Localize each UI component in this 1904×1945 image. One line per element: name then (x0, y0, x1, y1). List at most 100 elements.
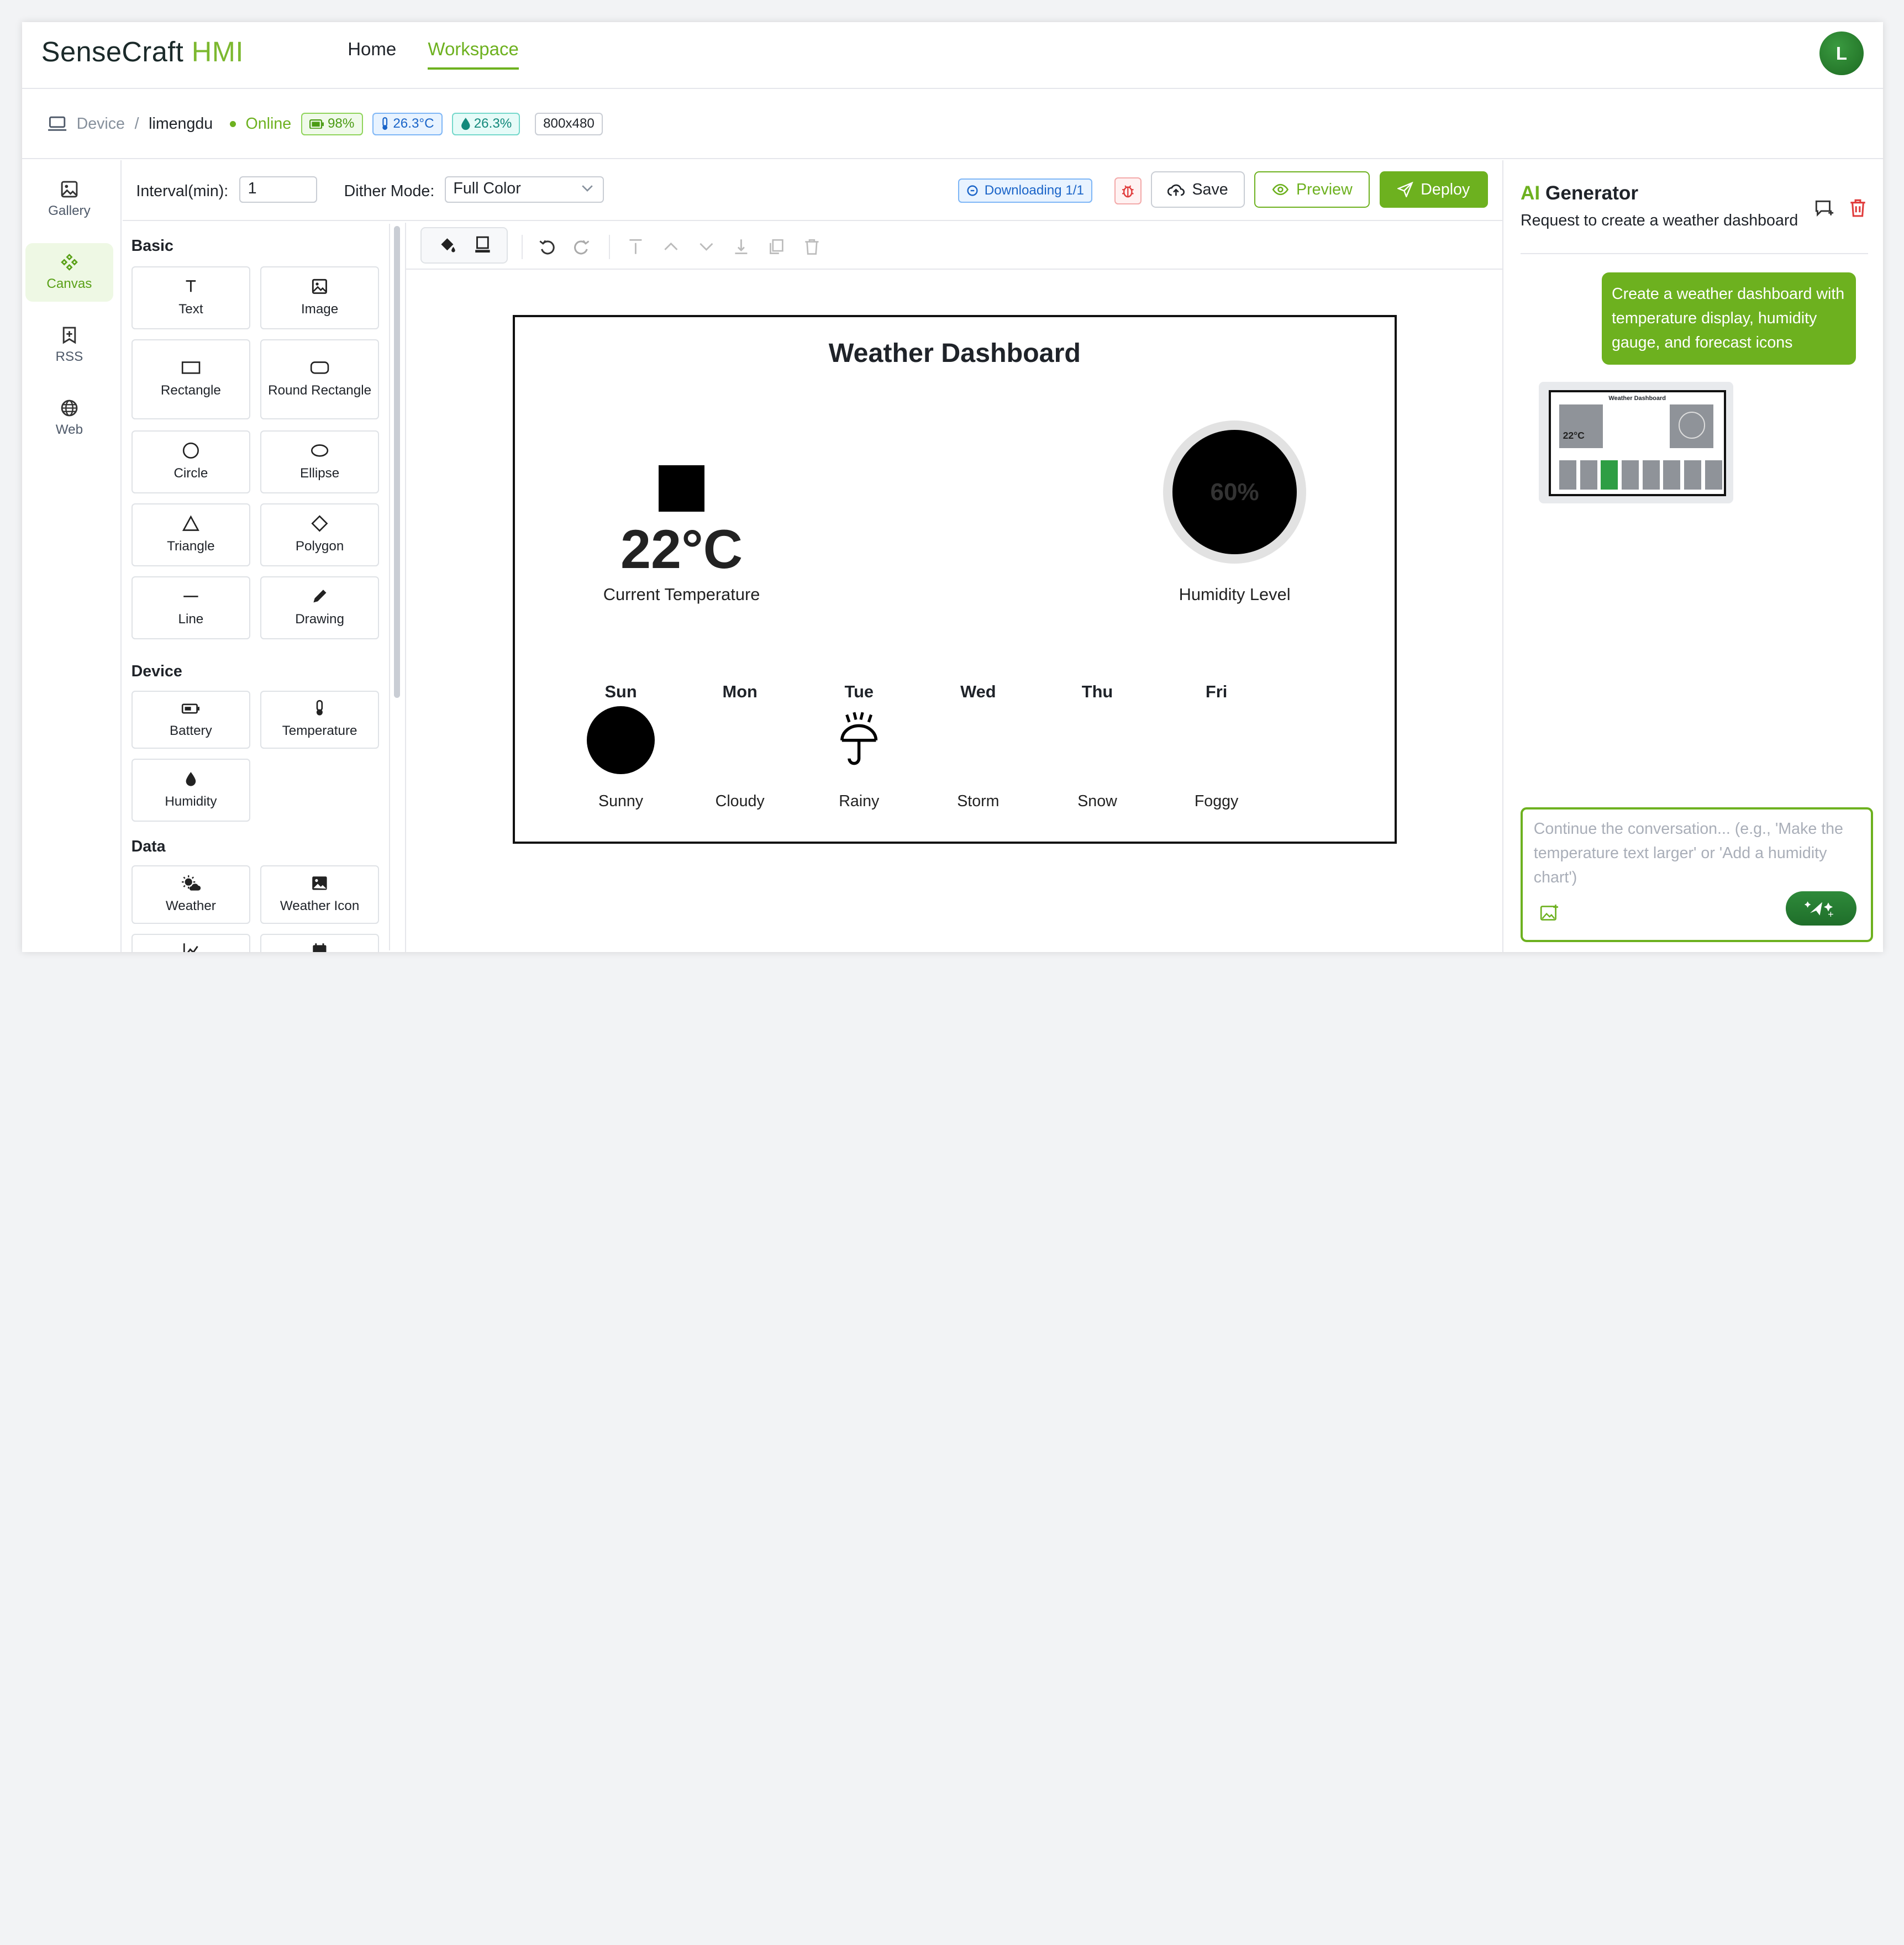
chat-input-box (1520, 807, 1873, 942)
component-round-rectangle[interactable]: Round Rectangle (260, 339, 380, 419)
section-basic-title: Basic (131, 236, 173, 255)
trash-icon[interactable] (1849, 198, 1867, 218)
component-line[interactable]: Line (131, 576, 251, 640)
add-image-icon[interactable] (1540, 904, 1559, 922)
copy-icon[interactable] (768, 238, 785, 255)
upload-cloud-icon (1167, 184, 1185, 196)
sunny-icon-circle[interactable] (586, 706, 655, 774)
undo-icon[interactable] (538, 238, 555, 255)
logo[interactable]: SenseCraft HMI (41, 35, 244, 68)
component-image[interactable]: Image (260, 266, 380, 330)
component-humidity[interactable]: Humidity (131, 758, 251, 822)
canvas-title[interactable]: Weather Dashboard (515, 338, 1394, 369)
send-button[interactable] (1786, 891, 1856, 926)
forecast-condition[interactable]: Sunny (572, 792, 670, 811)
breadcrumb-device[interactable]: Device (77, 115, 125, 133)
forecast-day[interactable]: Wed (929, 682, 1027, 702)
status-badge: Online (245, 114, 292, 133)
temperature-icon-square[interactable] (658, 465, 705, 512)
humidity-gauge[interactable]: 60% (1163, 420, 1307, 564)
temperature-label[interactable]: Current Temperature (556, 585, 807, 604)
image-icon (61, 181, 78, 198)
component-panel: Basic Text Image Rectangle Round Rectang… (123, 223, 385, 952)
component-circle[interactable]: Circle (131, 430, 251, 494)
battery-value: 98% (327, 116, 355, 132)
component-weather-icon[interactable]: Weather Icon (260, 865, 380, 924)
forecast-condition[interactable]: Snow (1049, 792, 1146, 811)
left-sidebar: Gallery Canvas RSS Web (22, 160, 122, 952)
deploy-button[interactable]: Deploy (1379, 171, 1488, 208)
preview-button[interactable]: Preview (1254, 171, 1370, 208)
forecast-day[interactable]: Mon (691, 682, 788, 702)
sidebar-item-web[interactable]: Web (25, 389, 113, 448)
save-label: Save (1192, 180, 1228, 198)
component-text[interactable]: Text (131, 266, 251, 330)
dither-select[interactable]: Full Color (445, 176, 604, 203)
nav-home[interactable]: Home (348, 39, 396, 69)
umbrella-rain-icon[interactable] (837, 711, 881, 767)
forecast-day[interactable]: Sun (572, 682, 670, 702)
forecast-day[interactable]: Tue (811, 682, 908, 702)
thermometer-icon (382, 117, 388, 130)
component-weather[interactable]: Weather (131, 865, 251, 924)
canvas-toolbar (406, 223, 1503, 270)
scrollbar-thumb[interactable] (393, 226, 400, 698)
component-drawing[interactable]: Drawing (260, 576, 380, 640)
component-triangle[interactable]: Triangle (131, 503, 251, 567)
border-color-icon[interactable] (474, 236, 491, 253)
save-button[interactable]: Save (1151, 171, 1245, 208)
component-label: Drawing (295, 611, 344, 627)
humidity-gauge-inner: 60% (1172, 430, 1297, 554)
component-panel-scrollbar[interactable] (388, 223, 402, 951)
humidity-label[interactable]: Humidity Level (1138, 585, 1332, 604)
forecast-day[interactable]: Thu (1049, 682, 1146, 702)
line-icon (183, 596, 198, 597)
debug-button[interactable] (1114, 177, 1142, 204)
component-label: Text (178, 301, 203, 317)
app-window: SenseCraft HMI Home Workspace L Device /… (22, 22, 1883, 952)
forecast-condition[interactable]: Storm (929, 792, 1027, 811)
nav-workspace[interactable]: Workspace (428, 39, 519, 70)
move-up-icon[interactable] (662, 238, 680, 255)
sidebar-item-rss[interactable]: RSS (25, 316, 113, 375)
logo-accent: HMI (191, 35, 244, 67)
circle-icon (182, 442, 199, 459)
chat-input[interactable] (1533, 816, 1862, 895)
generated-thumbnail[interactable]: Weather Dashboard 22°C (1538, 381, 1733, 503)
send-to-back-icon[interactable] (733, 238, 750, 255)
component-ellipse[interactable]: Ellipse (260, 430, 380, 494)
avatar[interactable]: L (1819, 31, 1864, 76)
sidebar-item-canvas[interactable]: Canvas (25, 243, 113, 302)
triangle-icon (182, 515, 199, 531)
component-rectangle[interactable]: Rectangle (131, 339, 251, 419)
temperature-value[interactable]: 22°C (581, 518, 782, 580)
component-calendar[interactable] (260, 933, 380, 952)
battery-badge: 98% (301, 113, 363, 135)
send-icon (1397, 181, 1414, 198)
new-chat-icon[interactable] (1814, 199, 1835, 218)
dither-label: Dither Mode: (344, 182, 435, 200)
design-canvas[interactable]: Weather Dashboard 22°C Current Temperatu… (513, 314, 1397, 844)
component-temperature[interactable]: Temperature (260, 690, 380, 749)
interval-label: Interval(min): (136, 182, 229, 200)
forecast-condition[interactable]: Foggy (1168, 792, 1265, 811)
forecast-day[interactable]: Fri (1168, 682, 1265, 702)
sidebar-item-gallery[interactable]: Gallery (25, 170, 113, 229)
interval-input[interactable]: 1 (239, 176, 318, 203)
redo-icon[interactable] (574, 238, 591, 255)
status-dot (229, 120, 236, 127)
component-battery[interactable]: Battery (131, 690, 251, 749)
component-chart[interactable] (131, 933, 251, 952)
toolbar-divider (608, 234, 610, 259)
move-down-icon[interactable] (698, 238, 715, 255)
component-label: Weather Icon (280, 898, 360, 913)
forecast-condition[interactable]: Rainy (811, 792, 908, 811)
component-polygon[interactable]: Polygon (260, 503, 380, 567)
link-icon (967, 185, 978, 196)
bring-to-front-icon[interactable] (627, 238, 644, 255)
forecast-condition[interactable]: Cloudy (691, 792, 788, 811)
delete-icon[interactable] (803, 238, 820, 255)
main-nav: Home Workspace (348, 39, 519, 70)
ellipse-icon (311, 444, 329, 457)
paint-bucket-icon[interactable] (439, 237, 456, 254)
